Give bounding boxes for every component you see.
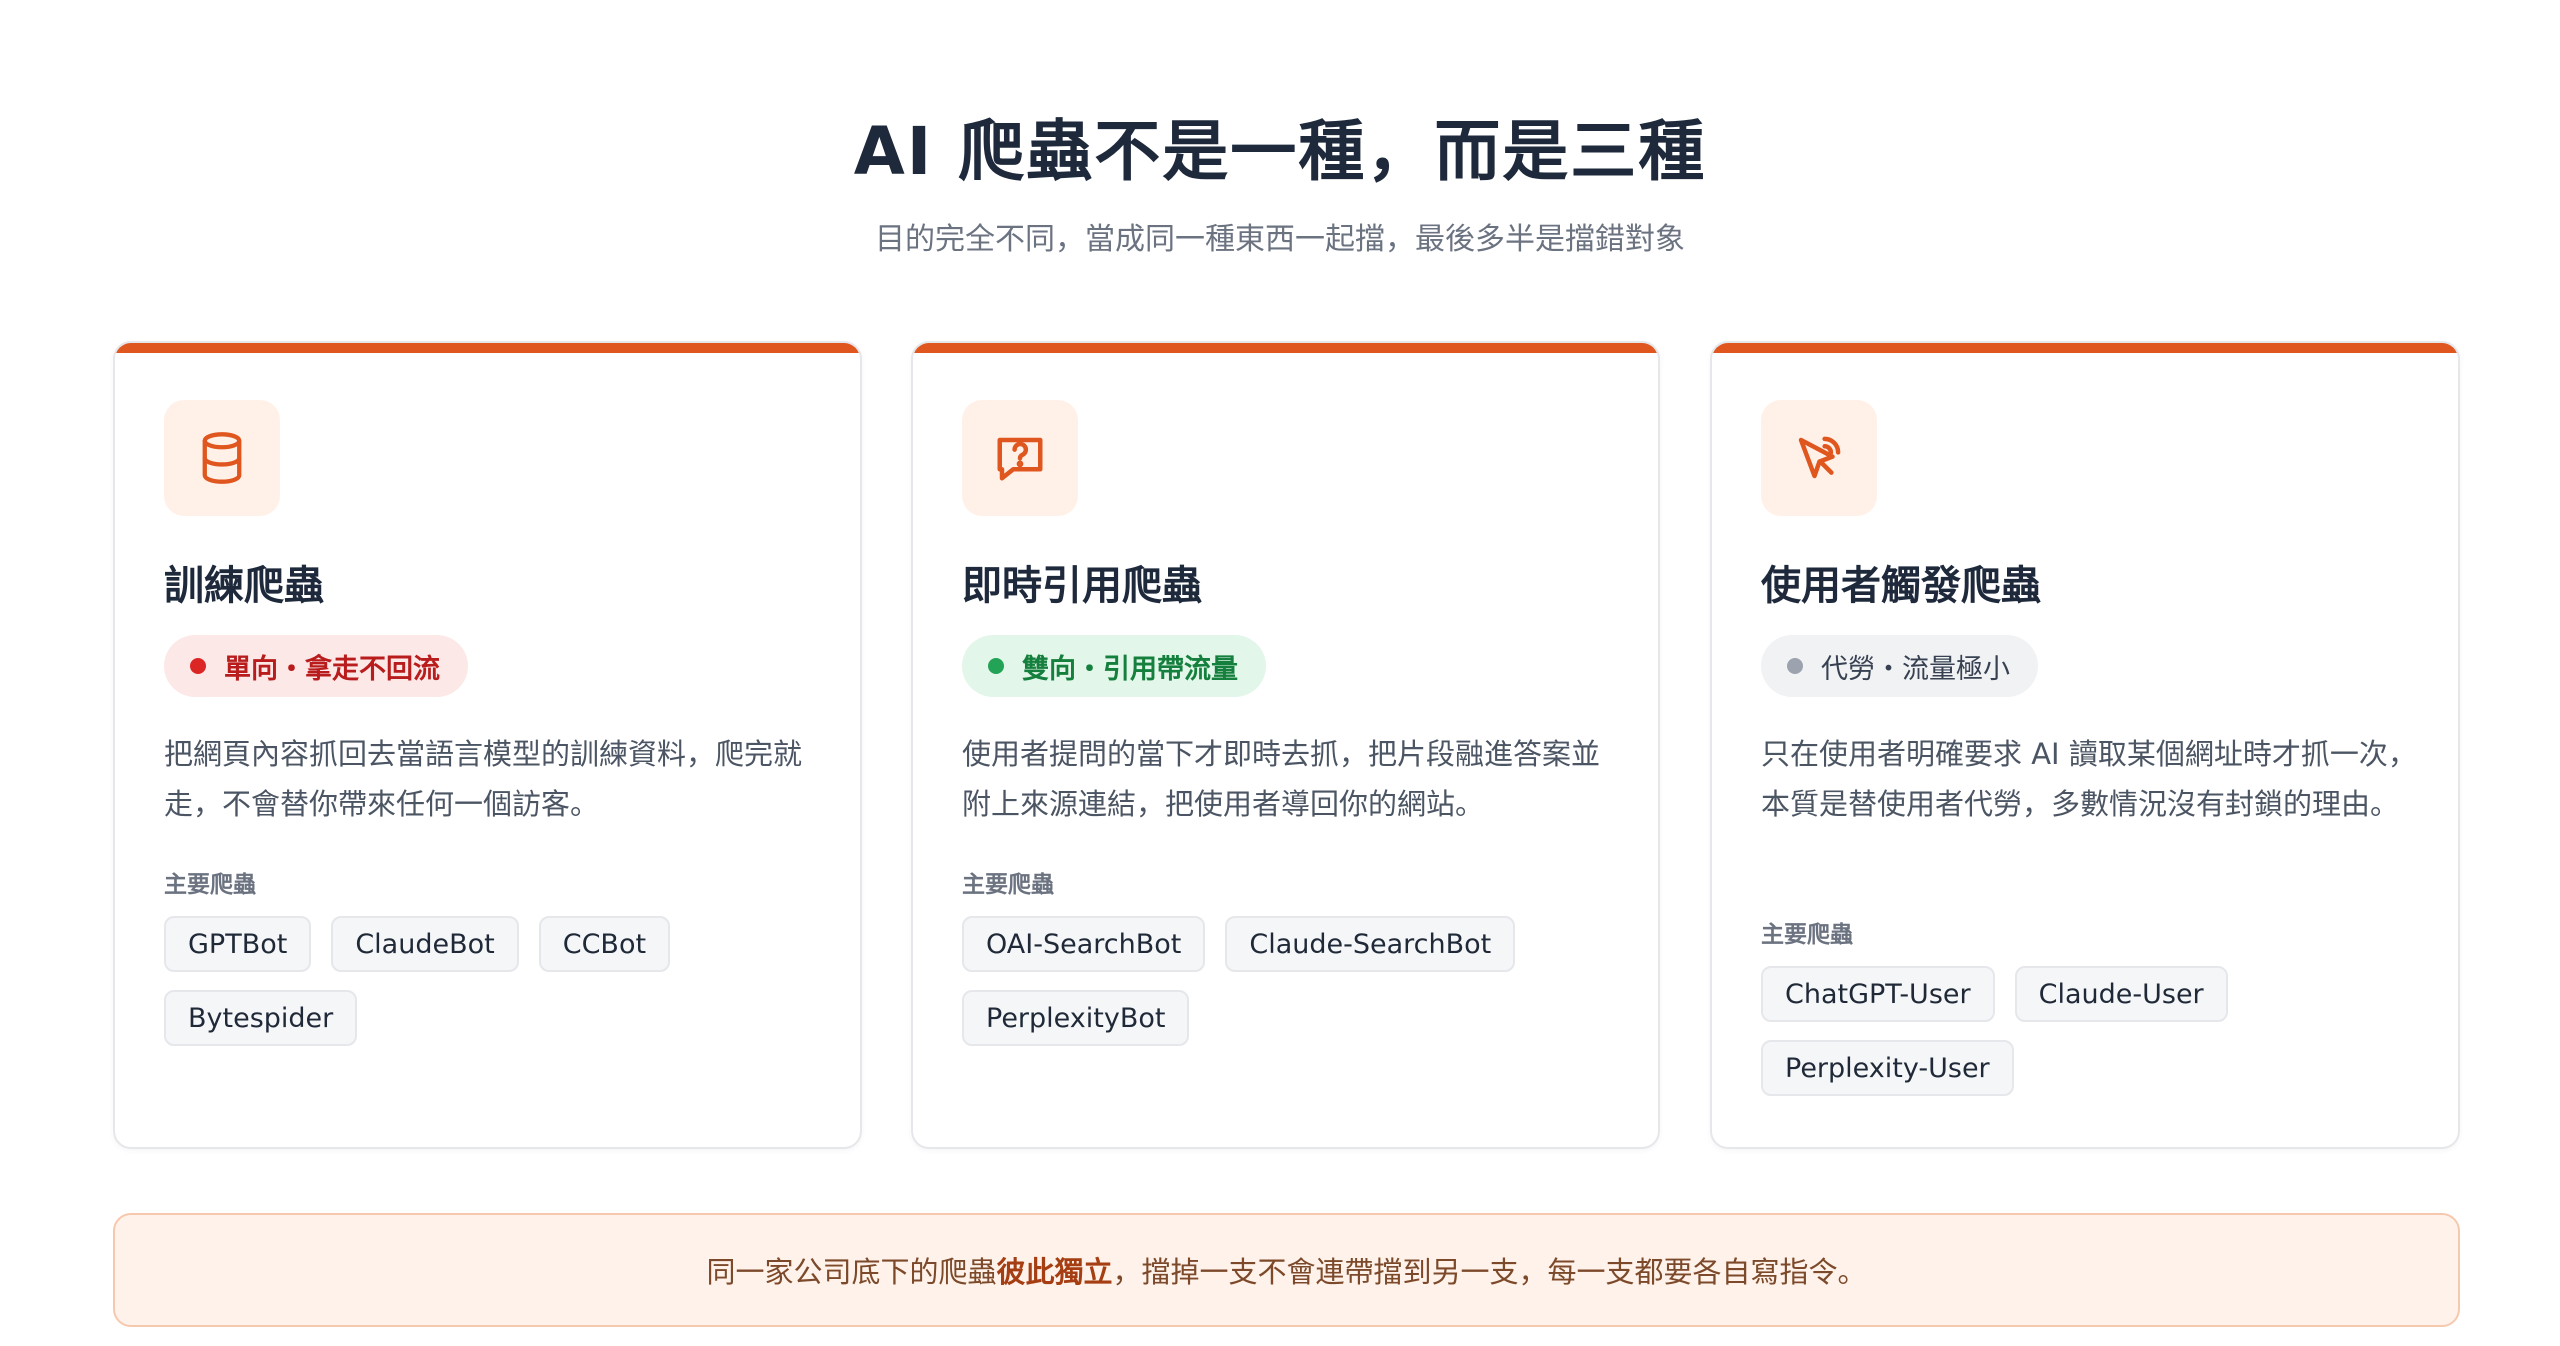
card-title: 訓練爬蟲	[164, 563, 324, 609]
note-emphasis: 彼此獨立	[996, 1255, 1113, 1289]
status-badge-label: 雙向・引用帶流量	[1022, 653, 1238, 685]
card-icon-box	[164, 400, 280, 516]
page-subtitle: 目的完全不同，當成同一種東西一起擋，最後多半是擋錯對象	[875, 222, 1685, 257]
card-accent-bar	[115, 343, 860, 353]
note-prefix: 同一家公司底下的爬蟲	[706, 1255, 997, 1289]
status-badge: 代勞・流量極小	[1761, 635, 2038, 697]
bots-section-label: 主要爬蟲	[164, 872, 256, 898]
status-dot	[1787, 658, 1803, 674]
card-accent-bar	[1712, 343, 2458, 353]
bot-chip: Perplexity-User	[1761, 1040, 2014, 1096]
bot-chip: CCBot	[538, 916, 671, 972]
message-question-icon	[997, 437, 1043, 481]
status-dot	[190, 658, 206, 674]
status-dot	[988, 658, 1004, 674]
status-badge: 雙向・引用帶流量	[962, 635, 1266, 697]
bot-chip-list: ChatGPT-User Claude-User Perplexity-User	[1761, 966, 2421, 1096]
bot-chip: OAI-SearchBot	[962, 916, 1206, 972]
bot-chip: Claude-User	[2014, 966, 2228, 1022]
card-user-triggered-crawler: 使用者觸發爬蟲 代勞・流量極小 只在使用者明確要求 AI 讀取某個網址時才抓一次…	[1710, 341, 2460, 1149]
bot-chip-list: GPTBot ClaudeBot CCBot Bytespider	[164, 916, 824, 1046]
card-title: 使用者觸發爬蟲	[1761, 563, 2041, 609]
bot-chip: PerplexityBot	[962, 990, 1190, 1046]
bot-chip: Claude-SearchBot	[1225, 916, 1516, 972]
pointer-click-icon	[1798, 436, 1841, 479]
bots-section-label: 主要爬蟲	[962, 872, 1054, 898]
database-icon	[202, 432, 242, 484]
bot-chip: Bytespider	[164, 990, 358, 1046]
bots-section-label: 主要爬蟲	[1761, 922, 1853, 948]
card-accent-bar	[913, 343, 1658, 353]
bot-chip: ClaudeBot	[331, 916, 519, 972]
status-badge-label: 單向・拿走不回流	[224, 653, 440, 685]
card-icon-box	[1761, 400, 1877, 516]
status-badge: 單向・拿走不回流	[164, 635, 468, 697]
card-description: 把網頁內容抓回去當語言模型的訓練資料，爬完就走，不會替你帶來任何一個訪客。	[164, 737, 803, 821]
bot-chip-list: OAI-SearchBot Claude-SearchBot Perplexit…	[962, 916, 1622, 1046]
independence-note: 同一家公司底下的爬蟲 彼此獨立 ，擋掉一支不會連帶擋到另一支，每一支都要各自寫指令。	[113, 1213, 2460, 1327]
note-suffix: ，擋掉一支不會連帶擋到另一支，每一支都要各自寫指令。	[1112, 1255, 1867, 1289]
card-icon-box	[962, 400, 1078, 516]
status-badge-label: 代勞・流量極小	[1821, 653, 2010, 685]
card-realtime-citation-crawler: 即時引用爬蟲 雙向・引用帶流量 使用者提問的當下才即時去抓，把片段融進答案並附上…	[911, 341, 1660, 1149]
page-title: AI 爬蟲不是一種，而是三種	[853, 113, 1707, 190]
bot-chip: GPTBot	[164, 916, 312, 972]
card-training-crawler: 訓練爬蟲 單向・拿走不回流 把網頁內容抓回去當語言模型的訓練資料，爬完就走，不會…	[113, 341, 862, 1149]
bot-chip: ChatGPT-User	[1761, 966, 1995, 1022]
card-title: 即時引用爬蟲	[962, 563, 1202, 609]
card-description: 只在使用者明確要求 AI 讀取某個網址時才抓一次，本質是替使用者代勞，多數情況沒…	[1761, 737, 2417, 821]
card-description: 使用者提問的當下才即時去抓，把片段融進答案並附上來源連結，把使用者導回你的網站。	[962, 737, 1601, 821]
